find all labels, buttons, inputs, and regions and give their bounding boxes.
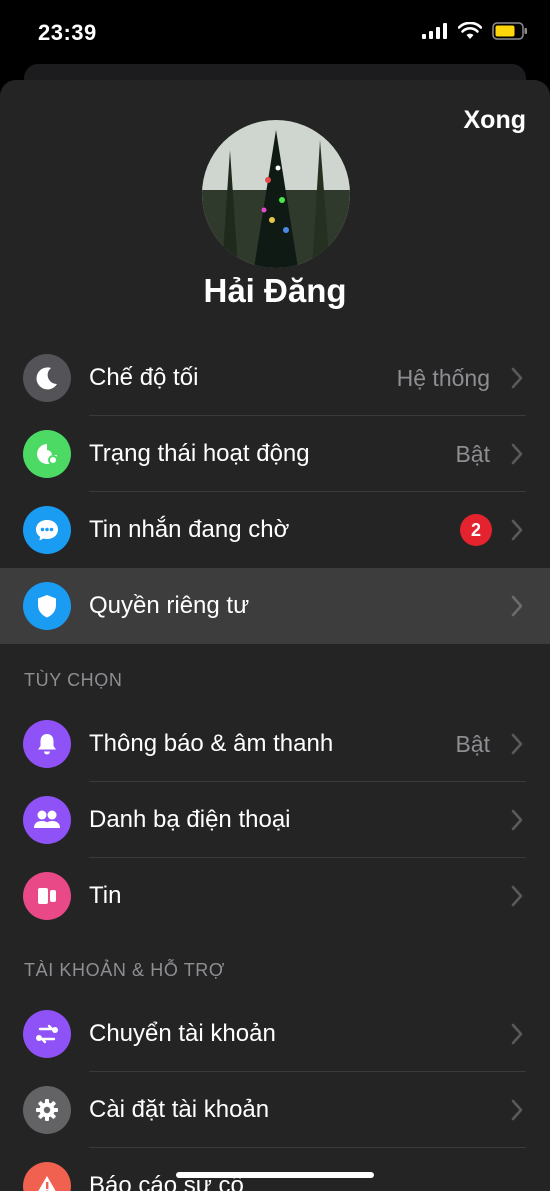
row-label: Thông báo & âm thanh: [89, 730, 334, 757]
gear-icon: [23, 1086, 71, 1134]
row-notifications-sounds[interactable]: Thông báo & âm thanh Bật: [0, 706, 550, 782]
row-label: Tin nhắn đang chờ: [89, 516, 290, 543]
home-indicator[interactable]: [176, 1172, 374, 1178]
row-label: Quyền riêng tư: [89, 592, 250, 619]
row-value: Bật: [455, 731, 490, 757]
chevron-right-icon: [511, 443, 523, 465]
row-label: Chuyển tài khoản: [89, 1020, 276, 1047]
row-active-status[interactable]: Trạng thái hoạt động Bật: [0, 416, 550, 492]
status-bar: 23:39: [0, 0, 550, 64]
profile-name: Hải Đăng: [203, 272, 347, 309]
chevron-right-icon: [511, 1099, 523, 1121]
row-phone-contacts[interactable]: Danh bạ điện thoại: [0, 782, 550, 858]
chevron-right-icon: [511, 519, 523, 541]
cellular-signal-icon: [422, 23, 447, 39]
unread-count-badge: 2: [460, 514, 492, 546]
message-bubble-icon: [23, 506, 71, 554]
warning-icon: [23, 1162, 71, 1191]
active-status-icon: [23, 430, 71, 478]
battery-icon: [492, 22, 527, 40]
settings-sheet: Xong Hải Đăng Chế độ tối Hệ thống Trạng …: [0, 80, 550, 1191]
chevron-right-icon: [511, 733, 523, 755]
chevron-right-icon: [511, 367, 523, 389]
stories-icon: [23, 872, 71, 920]
section-header-preferences: TÙY CHỌN: [24, 670, 123, 690]
chevron-right-icon: [511, 809, 523, 831]
row-value: Hệ thống: [396, 365, 490, 391]
shield-icon: [23, 582, 71, 630]
row-label: Chế độ tối: [89, 364, 199, 391]
chevron-right-icon: [511, 885, 523, 907]
row-privacy[interactable]: Quyền riêng tư: [0, 568, 550, 644]
chevron-right-icon: [511, 1023, 523, 1045]
contacts-icon: [23, 796, 71, 844]
status-icons: [422, 22, 528, 40]
wifi-icon: [458, 22, 482, 39]
avatar-image: [202, 120, 350, 268]
row-dark-mode[interactable]: Chế độ tối Hệ thống: [0, 340, 550, 416]
row-label: Báo cáo sự cố: [89, 1172, 244, 1191]
bell-icon: [23, 720, 71, 768]
row-label: Trạng thái hoạt động: [89, 440, 310, 467]
section-header-account-support: TÀI KHOẢN & HỖ TRỢ: [24, 960, 225, 980]
row-report-problem[interactable]: Báo cáo sự cố: [0, 1148, 550, 1191]
row-stories[interactable]: Tin: [0, 858, 550, 934]
switch-account-icon: [23, 1010, 71, 1058]
row-label: Danh bạ điện thoại: [89, 806, 291, 833]
moon-icon: [23, 354, 71, 402]
row-label: Cài đặt tài khoản: [89, 1096, 270, 1123]
row-account-settings[interactable]: Cài đặt tài khoản: [0, 1072, 550, 1148]
row-value: Bật: [455, 441, 490, 467]
avatar[interactable]: [202, 120, 350, 268]
row-label: Tin: [89, 882, 122, 909]
chevron-right-icon: [511, 595, 523, 617]
row-switch-account[interactable]: Chuyển tài khoản: [0, 996, 550, 1072]
status-time: 23:39: [38, 20, 97, 45]
row-pending-messages[interactable]: Tin nhắn đang chờ 2: [0, 492, 550, 568]
done-button[interactable]: Xong: [464, 106, 527, 135]
